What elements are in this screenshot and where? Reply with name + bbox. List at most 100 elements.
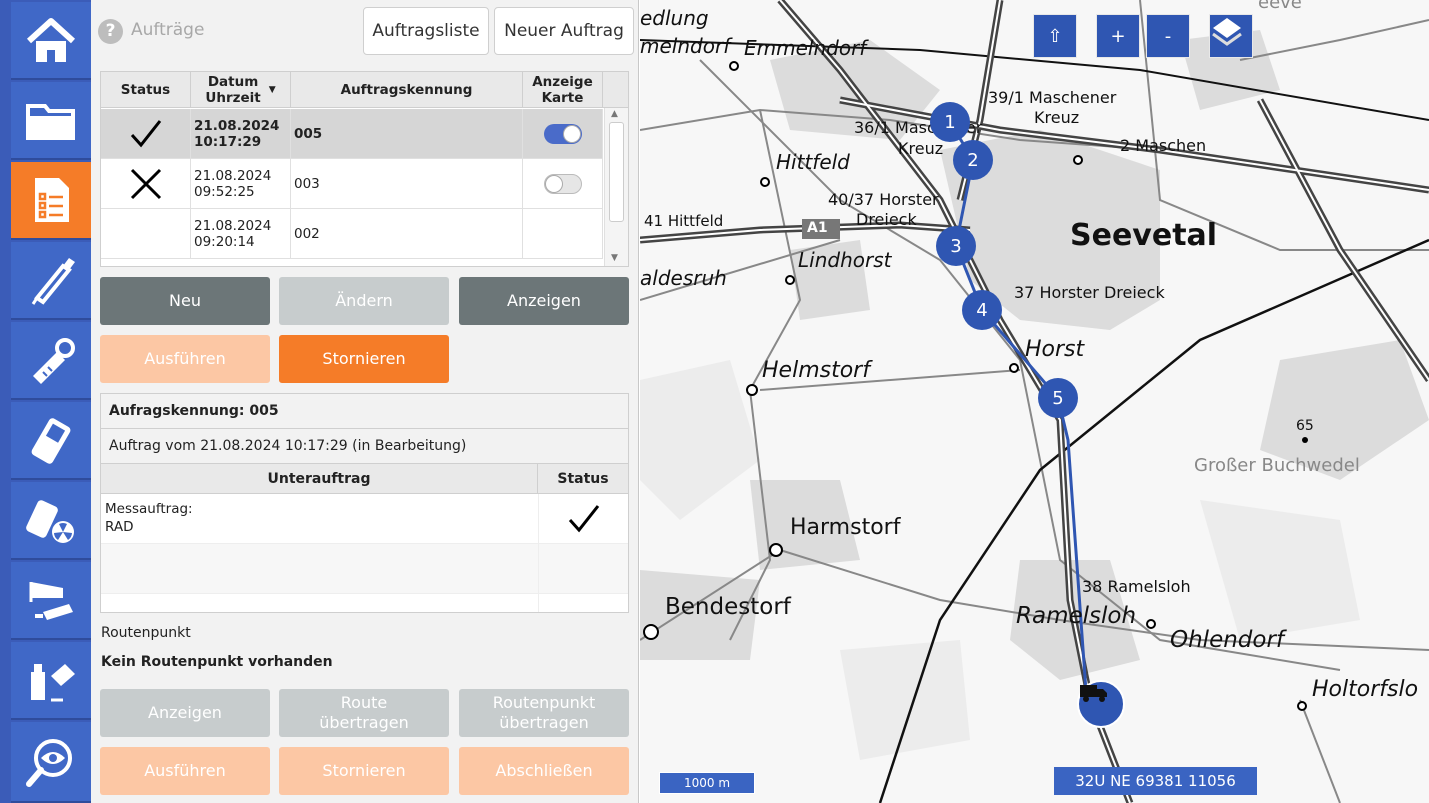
map-label: melndorf bbox=[640, 34, 731, 58]
edit-button[interactable]: Ändern bbox=[279, 277, 449, 325]
nav-wind[interactable] bbox=[11, 562, 91, 640]
checklist-icon bbox=[35, 178, 69, 222]
sample-bottles-icon bbox=[31, 664, 75, 702]
datetime-cell: 21.08.2024 09:52:25 bbox=[191, 159, 291, 209]
datetime-cell: 21.08.2024 09:20:14 bbox=[191, 209, 291, 259]
probe-pen-icon bbox=[31, 258, 75, 305]
col-datetime[interactable]: Datum Uhrzeit ▼ bbox=[191, 72, 291, 108]
order-id-cell: 003 bbox=[291, 159, 523, 209]
waypoint-marker[interactable]: 5 bbox=[1038, 378, 1078, 418]
show-on-map-toggle[interactable] bbox=[543, 124, 582, 144]
map-label: Kreuz bbox=[1034, 108, 1080, 127]
truck-icon bbox=[1080, 685, 1107, 702]
col-spacer bbox=[603, 72, 628, 108]
nav-probe[interactable] bbox=[11, 242, 91, 320]
show-on-map-toggle[interactable] bbox=[543, 174, 582, 194]
map-label: Bendestorf bbox=[665, 594, 791, 620]
cross-icon bbox=[130, 168, 161, 200]
suborder-row[interactable]: Messauftrag: RAD bbox=[101, 494, 628, 544]
route-close-button[interactable]: Abschließen bbox=[459, 747, 629, 795]
transfer-point-line2: übertragen bbox=[499, 713, 589, 732]
execute-button[interactable]: Ausführen bbox=[100, 335, 270, 383]
layers-icon bbox=[1212, 18, 1242, 46]
table-row[interactable]: 21.08.2024 09:20:14 002 bbox=[101, 209, 603, 259]
handheld-device-icon bbox=[31, 418, 71, 464]
nav-home[interactable] bbox=[11, 2, 91, 80]
transfer-route-button[interactable]: Route übertragen bbox=[279, 689, 449, 737]
map-toggle-cell bbox=[523, 159, 603, 209]
radiation-device-icon bbox=[26, 500, 74, 543]
date-text: 21.08.2024 bbox=[194, 168, 272, 184]
folder-icon bbox=[26, 104, 75, 140]
table-row[interactable]: 21.08.2024 10:17:29 005 bbox=[101, 109, 603, 159]
nav-dosimeter[interactable] bbox=[11, 482, 91, 560]
map-toggle-cell bbox=[523, 209, 603, 259]
sidebar bbox=[0, 0, 91, 803]
map-label: Lindhorst bbox=[798, 248, 892, 272]
scroll-down-icon[interactable]: ▼ bbox=[611, 253, 618, 263]
route-show-button[interactable]: Anzeigen bbox=[100, 689, 270, 737]
nav-files[interactable] bbox=[11, 82, 91, 160]
map-label: 40/37 Horster bbox=[828, 190, 939, 209]
nav-samples[interactable] bbox=[11, 642, 91, 720]
windsock-icon bbox=[29, 582, 73, 620]
motorway-shield: A1 bbox=[807, 220, 828, 236]
waypoint-marker[interactable]: 4 bbox=[962, 290, 1002, 330]
col-status[interactable]: Status bbox=[101, 72, 191, 108]
map-label-town: Seevetal bbox=[1070, 218, 1218, 253]
new-button[interactable]: Neu bbox=[100, 277, 270, 325]
scale-bar: 1000 m bbox=[659, 772, 755, 794]
help-icon[interactable]: ? bbox=[98, 19, 123, 44]
map-label: Großer Buchwedel bbox=[1194, 455, 1360, 476]
map-label: Harmstorf bbox=[790, 515, 901, 540]
time-text: 09:20:14 bbox=[194, 234, 255, 250]
waypoint-marker[interactable]: 2 bbox=[953, 140, 993, 180]
status-cell bbox=[101, 159, 191, 209]
map-label: Helmstorf bbox=[762, 358, 870, 383]
map-label: 41 Hittfeld bbox=[644, 212, 724, 230]
map-label: edlung bbox=[640, 6, 709, 30]
route-execute-button[interactable]: Ausführen bbox=[100, 747, 270, 795]
suborder-status-cell bbox=[538, 494, 628, 544]
map-label: 38 Ramelsloh bbox=[1082, 577, 1191, 596]
col-suborder: Unterauftrag bbox=[101, 464, 538, 494]
north-up-button[interactable]: ⇧ bbox=[1033, 14, 1077, 58]
waypoint-marker[interactable]: 1 bbox=[930, 102, 970, 142]
sort-desc-icon: ▼ bbox=[268, 84, 276, 95]
map-label: Holtorfslo bbox=[1312, 677, 1419, 702]
zoom-out-button[interactable]: - bbox=[1146, 14, 1190, 58]
nav-device[interactable] bbox=[11, 402, 91, 480]
transfer-route-line2: übertragen bbox=[319, 713, 409, 732]
check-icon bbox=[130, 120, 161, 148]
col-order-id[interactable]: Auftragskennung bbox=[291, 72, 523, 108]
map-label: aldesruh bbox=[640, 266, 727, 290]
table-row[interactable]: 21.08.2024 09:52:25 003 bbox=[101, 159, 603, 209]
transfer-point-button[interactable]: Routenpunkt übertragen bbox=[459, 689, 629, 737]
waypoint-marker[interactable]: 3 bbox=[936, 226, 976, 266]
status-cell bbox=[101, 209, 191, 259]
map-label: Dreieck bbox=[856, 210, 917, 229]
detail-description: Auftrag vom 21.08.2024 10:17:29 (in Bear… bbox=[101, 429, 628, 464]
date-text: 21.08.2024 bbox=[194, 118, 280, 134]
nav-flashlight[interactable] bbox=[11, 322, 91, 400]
scroll-up-icon[interactable]: ▲ bbox=[611, 109, 618, 119]
detail-id: Aufragskennung: 005 bbox=[101, 394, 628, 429]
vehicle-marker[interactable] bbox=[1077, 680, 1125, 728]
nav-view[interactable] bbox=[11, 722, 91, 803]
map-view[interactable]: edlung Emmelndorf melndorf 39/1 Maschene… bbox=[640, 0, 1429, 803]
nav-orders[interactable] bbox=[11, 162, 91, 240]
show-button[interactable]: Anzeigen bbox=[459, 277, 629, 325]
scroll-thumb[interactable] bbox=[609, 122, 624, 222]
zoom-in-button[interactable]: + bbox=[1096, 14, 1140, 58]
tab-order-list[interactable]: Auftragsliste bbox=[363, 7, 489, 55]
route-cancel-button[interactable]: Stornieren bbox=[279, 747, 449, 795]
layers-button[interactable] bbox=[1209, 14, 1253, 58]
orders-table: Status Datum Uhrzeit ▼ Auftragskennung A… bbox=[100, 71, 629, 267]
map-label: Emmelndorf bbox=[744, 36, 867, 60]
cancel-order-button[interactable]: Stornieren bbox=[279, 335, 449, 383]
status-cell bbox=[101, 109, 191, 159]
home-icon bbox=[26, 18, 76, 62]
col-show-map[interactable]: Anzeige Karte bbox=[523, 72, 603, 108]
tab-new-order[interactable]: Neuer Auftrag bbox=[494, 7, 634, 55]
table-scrollbar[interactable]: ▲ ▼ bbox=[604, 108, 628, 266]
